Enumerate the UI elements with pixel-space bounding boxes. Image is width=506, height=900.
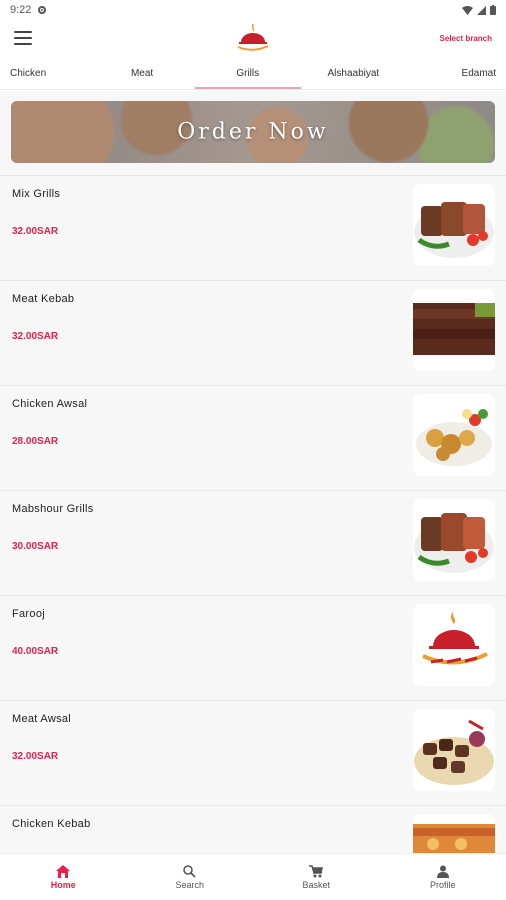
item-price: 30.00SAR	[12, 541, 59, 552]
tab-edamat[interactable]: Edamat	[406, 58, 506, 89]
order-now-banner[interactable]: Order Now	[11, 101, 495, 163]
nav-home[interactable]: Home	[0, 854, 127, 900]
menu-item[interactable]: Farooj 40.00SAR	[0, 596, 506, 701]
nav-profile-label: Profile	[429, 879, 456, 890]
item-name: Meat Kebab	[12, 293, 75, 305]
bottom-navigation: Home Search Basket Profile	[0, 853, 506, 900]
meat-awsal-image	[413, 709, 495, 791]
menu-item[interactable]: Meat Kebab 32.00SAR	[0, 281, 506, 386]
select-branch-link[interactable]: Select branch	[440, 34, 492, 43]
menu-item[interactable]: Meat Awsal 32.00SAR	[0, 701, 506, 806]
menu-item[interactable]: Mabshour Grills 30.00SAR	[0, 491, 506, 596]
mixed-grill-image	[413, 184, 495, 266]
menu-item[interactable]: Chicken Kebab	[0, 806, 506, 853]
status-left: 9:22	[10, 4, 47, 16]
item-name: Chicken Kebab	[12, 818, 91, 830]
restaurant-logo-image	[413, 604, 495, 686]
app-bar: Select branch	[0, 20, 506, 56]
settings-icon	[38, 6, 47, 14]
nav-basket[interactable]: Basket	[253, 854, 380, 900]
item-name: Meat Awsal	[12, 713, 72, 725]
item-price: 32.00SAR	[12, 331, 59, 342]
signal-icon	[477, 5, 486, 15]
tab-chicken[interactable]: Chicken	[0, 58, 89, 89]
mabshour-grill-image	[413, 499, 495, 581]
person-icon	[436, 865, 449, 878]
chicken-awsal-image	[413, 394, 495, 476]
menu-content[interactable]: Order Now Mix Grills 32.00SAR Meat Kebab…	[0, 91, 506, 853]
chicken-kebab-image	[413, 814, 495, 853]
item-price: 40.00SAR	[12, 646, 59, 657]
restaurant-logo	[237, 23, 269, 51]
item-name: Chicken Awsal	[12, 398, 88, 410]
tab-grills[interactable]: Grills	[194, 58, 301, 89]
wifi-icon	[462, 5, 473, 15]
nav-home-label: Home	[50, 879, 76, 890]
item-name: Farooj	[12, 608, 45, 620]
category-tabs: Chicken Meat Grills Alshaabiyat Edamat	[0, 58, 506, 90]
nav-search[interactable]: Search	[127, 854, 254, 900]
item-name: Mabshour Grills	[12, 503, 94, 515]
menu-item[interactable]: Chicken Awsal 28.00SAR	[0, 386, 506, 491]
status-bar: 9:22	[0, 0, 506, 20]
nav-profile[interactable]: Profile	[380, 854, 506, 900]
status-right	[462, 5, 496, 15]
tab-alshaabiyat[interactable]: Alshaabiyat	[301, 58, 407, 89]
nav-basket-label: Basket	[302, 879, 330, 890]
menu-icon[interactable]	[14, 31, 32, 45]
item-name: Mix Grills	[12, 188, 61, 200]
meat-kebab-image	[413, 289, 495, 371]
nav-search-label: Search	[175, 879, 205, 890]
status-time: 9:22	[10, 4, 32, 16]
banner-text: Order Now	[177, 119, 329, 145]
home-icon	[56, 864, 71, 878]
menu-item[interactable]: Mix Grills 32.00SAR	[0, 176, 506, 281]
search-icon	[183, 864, 196, 878]
item-price: 32.00SAR	[12, 226, 59, 237]
tab-meat[interactable]: Meat	[89, 58, 195, 89]
item-price: 32.00SAR	[12, 751, 59, 762]
battery-icon	[490, 5, 496, 15]
cart-icon	[309, 864, 324, 877]
item-price: 28.00SAR	[12, 436, 59, 447]
